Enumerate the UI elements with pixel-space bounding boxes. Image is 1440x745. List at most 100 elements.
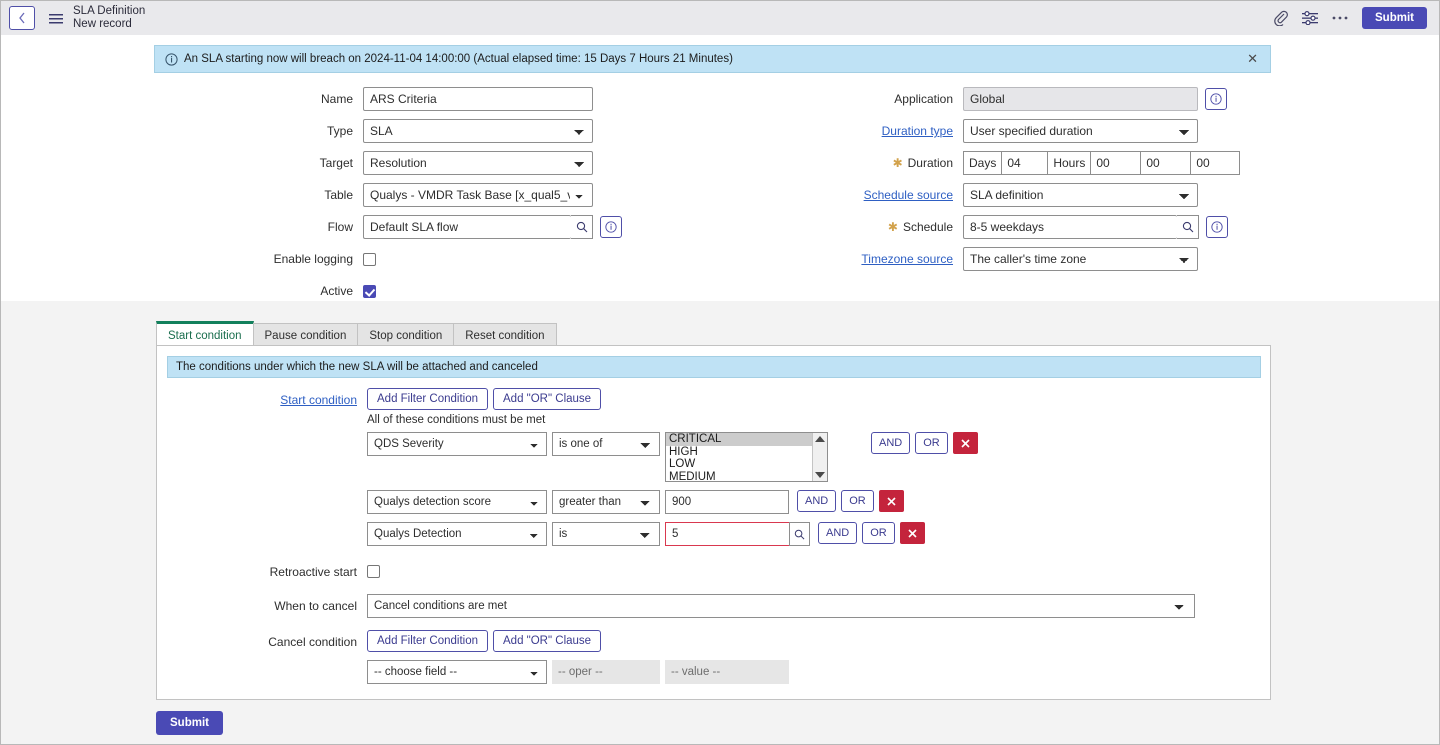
start-condition-label[interactable]: Start condition	[157, 388, 367, 412]
field-table: Table Qualys - VMDR Task Base [x_qual5_v…	[1, 181, 701, 209]
submit-button-header[interactable]: Submit	[1362, 7, 1427, 29]
filter-operator-select-3[interactable]: is	[552, 522, 660, 546]
filter-or-button-3[interactable]: OR	[862, 522, 895, 544]
header-titles: SLA Definition New record	[73, 5, 145, 31]
flow-search-button[interactable]	[571, 215, 593, 239]
field-label-target: Target	[319, 156, 353, 170]
filter-value-search-button-3[interactable]	[789, 522, 810, 546]
duration-days-caption: Days	[963, 151, 1002, 175]
filter-value-input-3[interactable]	[665, 522, 789, 546]
sliders-icon[interactable]	[1302, 11, 1319, 25]
filter-field-select-2[interactable]: Qualys detection score	[367, 490, 547, 514]
info-circle-icon	[1210, 93, 1222, 105]
field-when-to-cancel: When to cancel Cancel conditions are met	[157, 594, 1270, 618]
tab-reset-condition[interactable]: Reset condition	[453, 323, 557, 347]
banner-close-icon[interactable]: ✕	[1245, 51, 1260, 67]
flow-input[interactable]	[363, 215, 571, 239]
target-select[interactable]: Resolution	[363, 151, 593, 175]
field-label-duration: ✱ Duration	[892, 156, 953, 170]
cancel-filter-value-placeholder: -- value --	[665, 660, 789, 684]
cancel-add-filter-condition-button[interactable]: Add Filter Condition	[367, 630, 488, 652]
schedule-source-select[interactable]: SLA definition	[963, 183, 1198, 207]
tab-stop-condition[interactable]: Stop condition	[357, 323, 455, 347]
filter-value-multiselect-1[interactable]: CRITICAL HIGH LOW MEDIUM	[665, 432, 828, 482]
field-label-timezone-source[interactable]: Timezone source	[701, 252, 963, 266]
magnifier-icon	[1182, 221, 1193, 233]
cancel-filter-operator-placeholder: -- oper --	[552, 660, 660, 684]
flow-info-button[interactable]	[600, 216, 622, 238]
conditions-hint: All of these conditions must be met	[367, 414, 546, 426]
application-info-button[interactable]	[1205, 88, 1227, 110]
scroll-up-icon[interactable]	[815, 436, 825, 442]
chevron-left-icon	[19, 12, 25, 24]
field-flow: Flow	[1, 213, 701, 241]
add-or-clause-button[interactable]: Add "OR" Clause	[493, 388, 602, 410]
duration-minutes-value[interactable]: 00	[1140, 151, 1191, 175]
cancel-add-or-clause-button[interactable]: Add "OR" Clause	[493, 630, 602, 652]
field-name: Name	[1, 85, 701, 113]
filter-row-2: Qualys detection score greater than AND …	[367, 490, 904, 514]
list-item[interactable]: MEDIUM	[666, 471, 812, 482]
tab-pause-condition[interactable]: Pause condition	[252, 323, 359, 347]
field-type: Type SLA	[1, 117, 701, 145]
field-label-enable-logging: Enable logging	[273, 252, 353, 266]
multiselect-scrollbar[interactable]	[812, 433, 827, 481]
type-select[interactable]: SLA	[363, 119, 593, 143]
filter-field-select-1[interactable]: QDS Severity	[367, 432, 547, 456]
duration-days-value[interactable]: 04	[1001, 151, 1048, 175]
list-item[interactable]: HIGH	[666, 446, 812, 459]
add-filter-condition-button[interactable]: Add Filter Condition	[367, 388, 488, 410]
filter-or-button-2[interactable]: OR	[841, 490, 874, 512]
cancel-condition-row: Cancel condition Add Filter Condition Ad…	[157, 630, 1270, 654]
back-button[interactable]	[9, 6, 35, 30]
filter-value-input-2[interactable]	[665, 490, 789, 514]
submit-button-footer[interactable]: Submit	[156, 711, 223, 735]
tab-start-condition[interactable]: Start condition	[156, 321, 254, 347]
filter-delete-button-2[interactable]	[878, 490, 904, 512]
start-condition-panel: The conditions under which the new SLA w…	[156, 345, 1271, 700]
name-input[interactable]	[363, 87, 593, 111]
field-schedule-source: Schedule source SLA definition	[701, 181, 1439, 209]
timezone-source-select[interactable]: The caller's time zone	[963, 247, 1198, 271]
filter-operator-select-1[interactable]: is one of	[552, 432, 660, 456]
field-label-application: Application	[894, 92, 953, 106]
sla-definition-page: SLA Definition New record Submit An SLA …	[0, 0, 1440, 745]
duration-hours-value[interactable]: 00	[1090, 151, 1141, 175]
paperclip-icon[interactable]	[1274, 10, 1288, 26]
table-select[interactable]: Qualys - VMDR Task Base [x_qual5_vmdr_v.…	[363, 183, 593, 207]
when-to-cancel-select[interactable]: Cancel conditions are met	[367, 594, 1195, 618]
filter-row-1: QDS Severity is one of CRITICAL HIGH LOW…	[367, 432, 978, 482]
duration-type-select[interactable]: User specified duration	[963, 119, 1198, 143]
cancel-filter-controls: -- choose field -- -- oper -- -- value -…	[367, 660, 789, 684]
close-icon	[908, 528, 917, 538]
filter-or-button-1[interactable]: OR	[915, 432, 948, 454]
filter-field-select-3[interactable]: Qualys Detection	[367, 522, 547, 546]
field-duration: ✱ Duration Days 04 Hours 00 00 00	[701, 149, 1439, 177]
filter-delete-button-3[interactable]	[899, 522, 925, 544]
field-label-schedule-source[interactable]: Schedule source	[701, 188, 963, 202]
banner-text: An SLA starting now will breach on 2024-…	[184, 53, 733, 65]
active-checkbox[interactable]	[363, 284, 376, 298]
filter-and-button-2[interactable]: AND	[797, 490, 837, 512]
enable-logging-checkbox[interactable]	[363, 252, 376, 266]
scroll-down-icon[interactable]	[815, 472, 825, 478]
ellipsis-icon[interactable]	[1332, 15, 1348, 21]
breach-info-banner: An SLA starting now will breach on 2024-…	[154, 45, 1271, 73]
schedule-search-button[interactable]	[1177, 215, 1199, 239]
filter-operator-select-2[interactable]: greater than	[552, 490, 660, 514]
filter-delete-button-1[interactable]	[952, 432, 978, 454]
info-circle-icon	[605, 221, 617, 233]
retroactive-start-checkbox[interactable]	[367, 565, 380, 578]
cancel-filter-field-select[interactable]: -- choose field --	[367, 660, 547, 684]
field-label-duration-type[interactable]: Duration type	[701, 124, 963, 138]
list-item[interactable]: LOW	[666, 458, 812, 471]
schedule-info-button[interactable]	[1206, 216, 1228, 238]
menu-button[interactable]	[45, 6, 67, 30]
start-condition-row: Start condition Add Filter Condition Add…	[157, 388, 1270, 426]
filter-and-button-1[interactable]: AND	[871, 432, 911, 454]
schedule-input[interactable]	[963, 215, 1177, 239]
field-label-flow: Flow	[327, 220, 353, 234]
list-item[interactable]: CRITICAL	[666, 433, 812, 446]
filter-and-button-3[interactable]: AND	[818, 522, 858, 544]
duration-seconds-value[interactable]: 00	[1190, 151, 1241, 175]
